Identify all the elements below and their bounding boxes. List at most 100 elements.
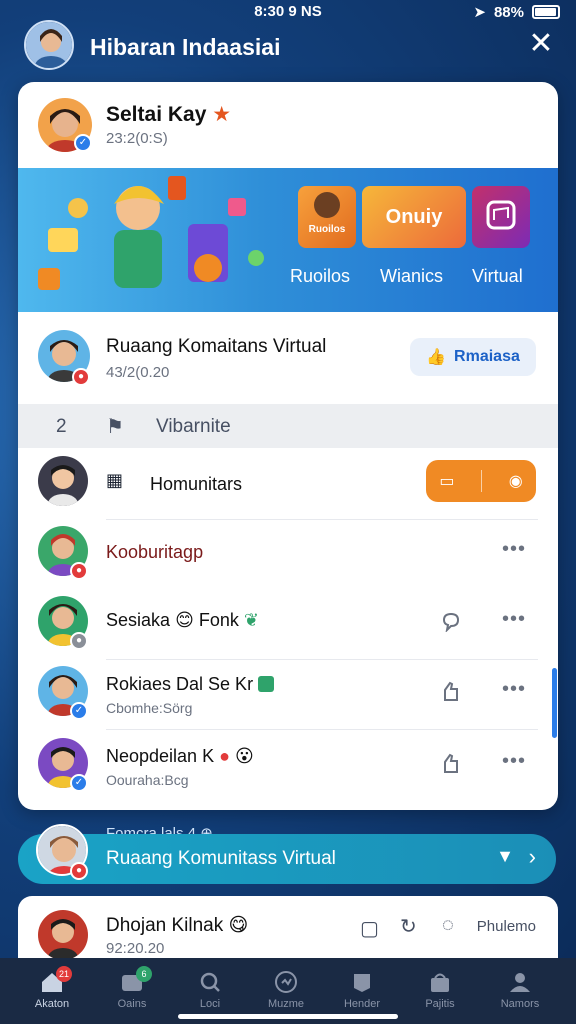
list-item-title: Rokiaes Dal Se Kr	[106, 674, 275, 695]
emoji-icon: 😋	[228, 915, 249, 936]
tab-profile[interactable]: Namors	[484, 964, 556, 1020]
verified-badge-icon: ✓	[74, 134, 92, 152]
community-name: Ruaang Komaitans Virtual	[106, 336, 327, 357]
list-item[interactable]: ✓ Rokiaes Dal Se Kr Cbomhe:Sörg •••	[18, 660, 558, 730]
list-item-suffix: Fonk	[198, 610, 239, 630]
post-author-name: Seltai Kay ★	[106, 102, 231, 127]
list-item-title: Homunitars	[150, 474, 243, 494]
live-badge-icon: ●	[70, 862, 88, 880]
banner-tile-3[interactable]	[472, 186, 530, 248]
banner-tile-1[interactable]: Ruoilos	[298, 186, 356, 248]
live-badge-icon: ●	[70, 562, 88, 580]
banner-tile-1-label: Ruoilos	[308, 224, 346, 235]
list-item-name: Rokiaes Dal Se Kr	[106, 674, 254, 694]
tab-label: Hender	[343, 998, 381, 1010]
join-button[interactable]: 👍 Rmaiasa	[410, 338, 536, 376]
page-title: Hibaran Indaasiai	[90, 34, 281, 60]
list-item[interactable]: ● Sesiaka 😊 Fonk ❦ •••	[18, 590, 558, 660]
chevron-right-icon[interactable]: ›	[529, 844, 536, 870]
search-icon	[200, 972, 220, 992]
card-icon: ▭	[439, 473, 455, 490]
tab-search[interactable]: Loci	[174, 964, 246, 1020]
list-item[interactable]: ▦ Homunitars ▭ ◉	[18, 450, 558, 520]
promo-banner[interactable]: Ruoilos Onuiy Ruoilos Wianics Virtual	[18, 168, 558, 312]
star-icon: ★	[212, 103, 232, 126]
comment-icon[interactable]: ▼	[496, 846, 514, 867]
reply-icon[interactable]: ◌	[442, 914, 454, 937]
bottom-action-label[interactable]: Phulemo	[477, 918, 536, 935]
live-badge-icon: ●	[72, 368, 90, 386]
floating-title: Ruaang Komunitass Virtual	[106, 848, 336, 869]
retweet-icon[interactable]: ↻	[400, 914, 417, 939]
list-item[interactable]: ✓ Neopdeilan K ● 😮 Oouraha:Bcg •••	[18, 732, 558, 802]
bottom-timestamp: 92:20.20	[106, 940, 165, 957]
section-title: Vibarnite	[156, 416, 231, 437]
leaf-icon: ❦	[243, 610, 259, 630]
close-icon[interactable]: ✕	[528, 29, 554, 59]
app-header: Hibaran Indaasiai ✕	[0, 18, 576, 74]
music-icon	[275, 971, 297, 993]
bottom-author-name: Dhojan Kilnak 😋	[106, 914, 248, 937]
tab-badge: 6	[136, 966, 152, 982]
join-button-label: Rmaiasa	[454, 348, 520, 365]
floating-community-bar[interactable]: Ruaang Komunitass Virtual ▼ ›	[18, 834, 556, 884]
banner-tile-2[interactable]: Onuiy	[362, 186, 466, 248]
more-options-icon[interactable]: •••	[502, 608, 526, 631]
eye-icon: ◉	[508, 473, 523, 490]
tab-label: Namors	[500, 998, 540, 1010]
grid-icon: ▦	[106, 470, 124, 490]
smile-emoji-icon: 😊	[175, 610, 194, 630]
main-card: ✓ Seltai Kay ★ 23:2(0:S) Ruoilos Onuiy R…	[18, 82, 558, 810]
tab-label: Loci	[199, 998, 221, 1010]
emoji-icon: 😮	[235, 746, 254, 766]
banner-tile-2-label: Onuiy	[385, 206, 443, 228]
battery-icon	[532, 5, 560, 19]
shop-icon	[431, 973, 449, 992]
banner-label-2: Wianics	[380, 266, 444, 286]
music-note-icon	[486, 200, 516, 230]
verified-badge-icon: ✓	[70, 702, 88, 720]
status-badge-icon: ●	[70, 632, 88, 650]
tab-cards[interactable]: 6 Oains	[96, 964, 168, 1020]
list-item-subtitle: Cbomhe:Sörg	[106, 700, 193, 716]
home-indicator[interactable]	[178, 1014, 398, 1019]
heart-icon	[354, 974, 370, 992]
community-timestamp: 43/2(0.20	[106, 364, 170, 381]
banner-label-3: Virtual	[472, 266, 523, 286]
kids-illustration	[38, 176, 264, 290]
tab-label: Pajitis	[425, 998, 455, 1010]
comment-icon[interactable]: ▢	[360, 916, 379, 941]
tab-shop[interactable]: Pajitis	[404, 964, 476, 1020]
more-options-icon[interactable]: •••	[502, 538, 526, 561]
list-item[interactable]: ● Kooburitagp •••	[18, 520, 558, 590]
thumbs-up-icon: 👍	[426, 349, 447, 366]
post-timestamp: 23:2(0:S)	[106, 130, 168, 147]
list-item-subtitle: Oouraha:Bcg	[106, 772, 189, 788]
flag-icon: ⚑	[106, 416, 124, 438]
verified-badge-icon: ✓	[70, 774, 88, 792]
more-options-icon[interactable]: •••	[502, 750, 526, 773]
list-avatar[interactable]	[38, 456, 88, 506]
green-square-icon	[258, 676, 275, 692]
tile-avatar-icon	[314, 192, 340, 218]
more-options-icon[interactable]: •••	[502, 678, 526, 701]
post-author-text: Seltai Kay	[106, 103, 207, 126]
banner-label-1: Ruoilos	[290, 266, 351, 286]
like-icon[interactable]	[440, 680, 462, 702]
tab-music[interactable]: Muzme	[250, 964, 322, 1020]
bottom-author-text: Dhojan Kilnak	[106, 915, 224, 936]
tab-home[interactable]: 21 Akaton	[16, 964, 88, 1020]
like-icon[interactable]	[440, 752, 462, 774]
tab-label: Oains	[117, 998, 147, 1010]
list-item-title: Kooburitagp	[106, 542, 204, 562]
user-avatar[interactable]	[24, 20, 74, 70]
toggle-switch[interactable]: ▭ ◉	[426, 460, 536, 502]
section-number: 2	[56, 416, 67, 437]
share-icon[interactable]	[440, 610, 462, 632]
scrollbar[interactable]	[552, 668, 557, 738]
tab-label: Akaton	[34, 998, 70, 1010]
bottom-author-avatar[interactable]	[38, 910, 88, 960]
tab-heart[interactable]: Hender	[326, 964, 398, 1020]
section-header: 2 ⚑ Vibarnite	[18, 404, 558, 448]
red-badge-icon: ●	[219, 746, 230, 766]
